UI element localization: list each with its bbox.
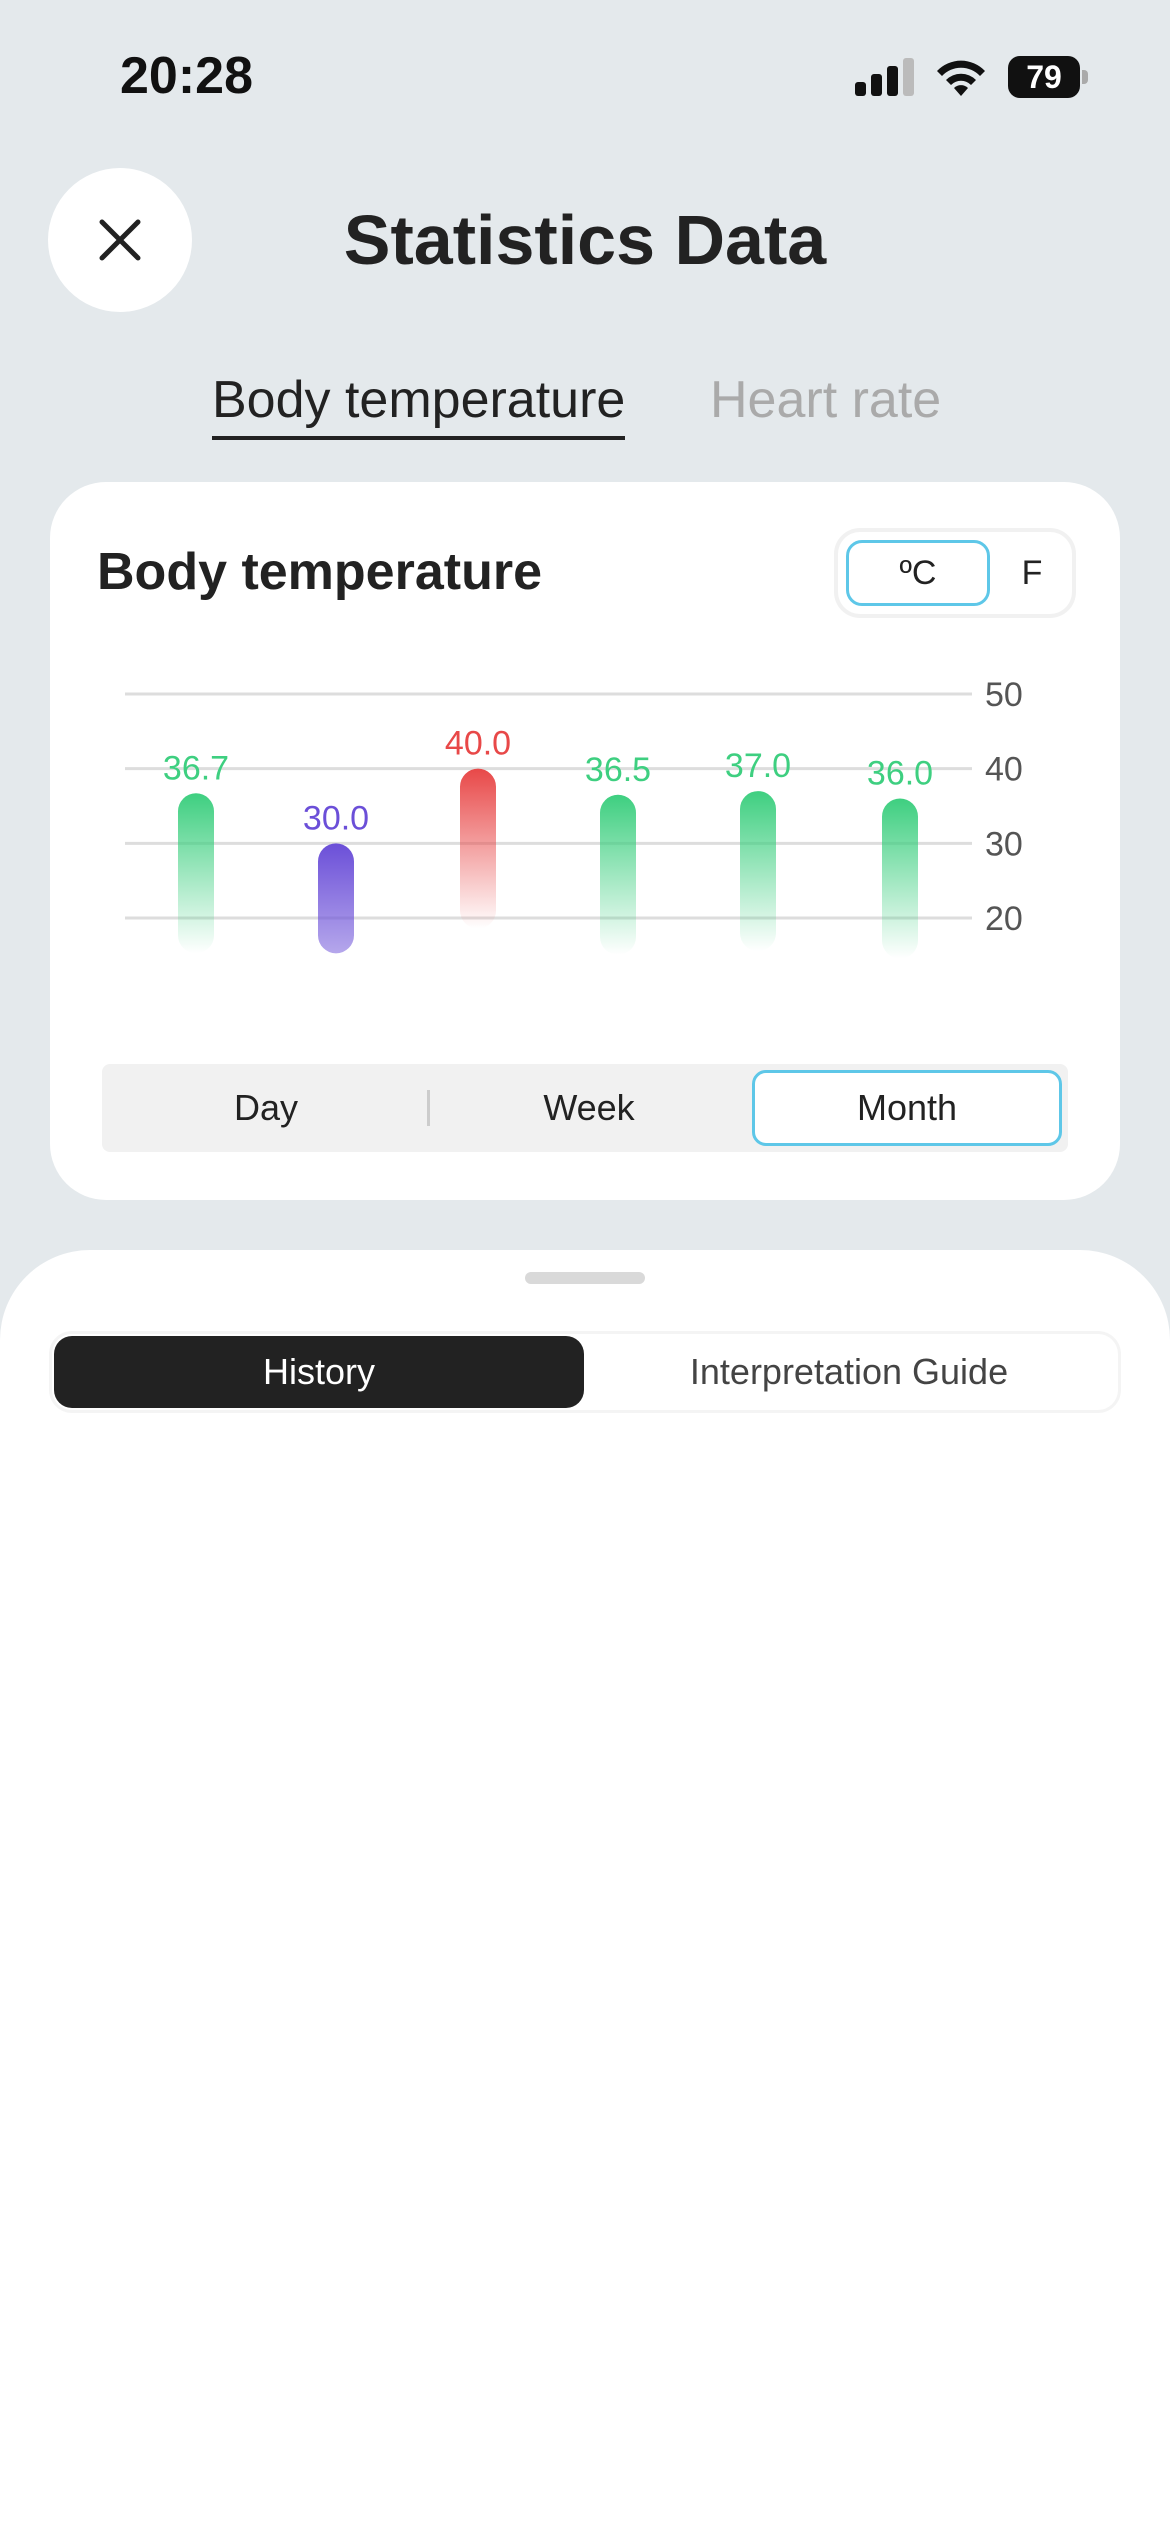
tab-interpretation-guide[interactable]: Interpretation Guide (584, 1336, 1114, 1408)
sheet-tabs: History Interpretation Guide (52, 1334, 1118, 1410)
sheet-drag-handle[interactable] (525, 1272, 645, 1284)
tab-history[interactable]: History (54, 1336, 584, 1408)
history-list: Body Temperature36.0ºCNormal19 Sep 2025 … (0, 0, 1170, 1232)
history-sheet: History Interpretation Guide (0, 1250, 1170, 2532)
bottom-safe-area (0, 2482, 1170, 2532)
